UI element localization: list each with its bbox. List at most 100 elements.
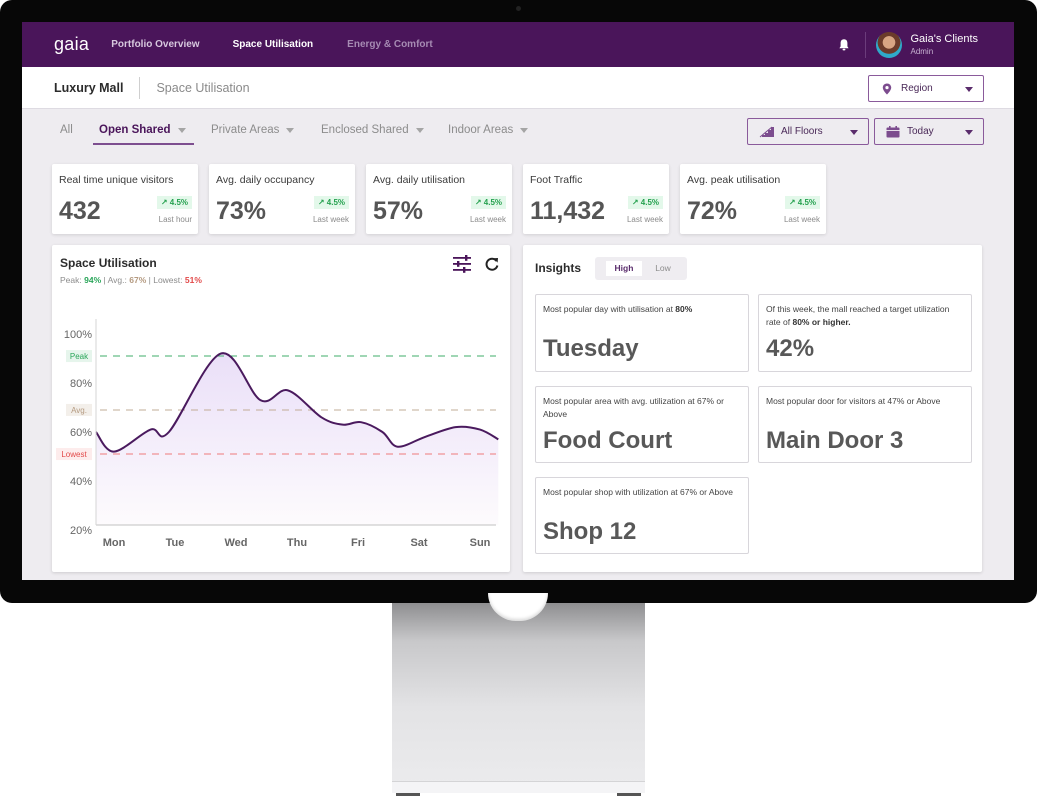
trend-value: 4.5% <box>326 198 345 207</box>
monitor-stand <box>392 593 645 796</box>
date-label: Today <box>907 126 934 137</box>
y-tick-label: 60% <box>70 427 92 439</box>
floors-dropdown[interactable]: All Floors <box>747 118 869 145</box>
nav-energy-comfort[interactable]: Energy & Comfort <box>347 39 433 50</box>
tab-label: All <box>60 124 73 136</box>
nav-portfolio-overview[interactable]: Portfolio Overview <box>111 39 199 50</box>
insight-value: Tuesday <box>543 335 639 362</box>
stand-cable-hole <box>488 593 548 621</box>
user-avatar[interactable] <box>876 31 903 58</box>
kpi-value: 57% <box>373 197 424 225</box>
area-fill <box>96 353 499 525</box>
trend-value: 4.5% <box>797 198 816 207</box>
utilisation-area-chart: 100% 80% 60% 40% 20% Peak Avg. Lowest Mon Tue Wed T… <box>56 319 499 549</box>
user-role: Admin <box>910 47 934 56</box>
page-header: Luxury Mall Space Utilisation <box>22 67 1014 109</box>
reference-label: Lowest <box>61 450 87 459</box>
breadcrumb-site[interactable]: Luxury Mall <box>54 81 123 95</box>
kpi-period: Last hour <box>158 215 192 224</box>
kpi-card-daily-occupancy: Avg. daily occupancy 73% ↗ 4.5% Last wee… <box>209 164 355 234</box>
monitor-frame: gaia Portfolio Overview Space Utilisatio… <box>0 0 1037 603</box>
x-tick-label: Tue <box>166 537 185 549</box>
tab-label: Open Shared <box>99 124 171 136</box>
trend-badge: ↗ 4.5% <box>470 196 506 209</box>
trend-value: 4.5% <box>169 198 188 207</box>
chevron-down-icon <box>965 86 973 92</box>
insight-description: Most popular area with avg. utilization … <box>543 396 724 419</box>
kpi-card-unique-visitors: Real time unique visitors 432 ↗ 4.5% Las… <box>52 164 198 234</box>
insights-title: Insights <box>535 261 582 275</box>
active-tab-indicator <box>93 143 194 145</box>
kpi-label: Avg. daily occupancy <box>216 174 315 186</box>
bell-icon[interactable] <box>837 38 851 52</box>
x-tick-label: Mon <box>103 537 126 549</box>
kpi-label: Avg. daily utilisation <box>373 174 466 186</box>
kpi-value: 73% <box>216 197 267 225</box>
tab-label: Enclosed Shared <box>321 124 409 136</box>
tab-private-areas[interactable]: Private Areas <box>211 124 295 136</box>
tab-all[interactable]: All <box>60 124 73 136</box>
date-dropdown[interactable]: Today <box>874 118 984 145</box>
calendar-icon <box>886 125 900 137</box>
insight-description: Most popular day with utilisation at 80% <box>543 304 693 314</box>
insight-description: Most popular door for visitors at 47% or… <box>766 396 941 406</box>
gaia-logo[interactable]: gaia <box>54 34 89 55</box>
arrow-up-right-icon: ↗ <box>788 198 798 207</box>
tab-enclosed-shared[interactable]: Enclosed Shared <box>321 124 424 136</box>
floors-label: All Floors <box>781 126 823 137</box>
x-tick-label: Sat <box>410 537 427 549</box>
y-tick-label: 80% <box>70 378 92 390</box>
kpi-card-daily-utilisation: Avg. daily utilisation 57% ↗ 4.5% Last w… <box>366 164 512 234</box>
insight-value: 42% <box>766 335 815 362</box>
trend-badge: ↗ 4.5% <box>784 196 820 209</box>
map-pin-icon <box>882 83 892 94</box>
kpi-period: Last week <box>469 215 506 224</box>
kpi-period: Last week <box>312 215 349 224</box>
user-menu[interactable]: Gaia's Clients Admin <box>910 33 978 56</box>
region-dropdown[interactable]: Region <box>868 75 984 102</box>
arrow-up-right-icon: ↗ <box>160 198 170 207</box>
insight-value: Food Court <box>543 427 673 454</box>
trend-value: 4.5% <box>483 198 502 207</box>
stand-base <box>392 781 645 793</box>
kpi-card-foot-traffic: Foot Traffic 11,432 ↗ 4.5% Last week <box>523 164 669 234</box>
kpi-label: Real time unique visitors <box>59 174 174 186</box>
insight-description: Of this week, the mall reached a target … <box>766 304 950 327</box>
stairs-icon <box>759 126 774 137</box>
toggle-low[interactable]: Low <box>648 261 678 276</box>
breadcrumb-divider <box>139 76 141 99</box>
x-tick-label: Fri <box>351 537 365 549</box>
y-tick-label: 40% <box>70 476 92 488</box>
tab-indoor-areas[interactable]: Indoor Areas <box>448 124 529 136</box>
chevron-down-icon <box>520 127 529 133</box>
kpi-period: Last week <box>626 215 663 224</box>
chevron-down-icon <box>177 127 186 133</box>
trend-value: 4.5% <box>640 198 659 207</box>
reference-label: Peak <box>70 352 89 361</box>
kpi-value: 432 <box>59 197 101 225</box>
chevron-down-icon <box>286 127 295 133</box>
insight-card-popular-area: Most popular area with avg. utilization … <box>535 386 749 463</box>
screen: gaia Portfolio Overview Space Utilisatio… <box>22 22 1014 580</box>
tab-open-shared[interactable]: Open Shared <box>99 124 186 136</box>
nav-user-area: Gaia's Clients Admin <box>837 22 1014 67</box>
insight-card-popular-shop: Most popular shop with utilization at 67… <box>535 477 749 554</box>
toggle-high[interactable]: High <box>606 261 642 276</box>
insight-card-popular-day: Most popular day with utilisation at 80%… <box>535 294 749 372</box>
x-tick-label: Wed <box>224 537 247 549</box>
nav-space-utilisation[interactable]: Space Utilisation <box>233 39 314 50</box>
tab-label: Indoor Areas <box>448 124 514 136</box>
chevron-down-icon <box>965 129 973 135</box>
y-tick-label: 20% <box>70 525 92 537</box>
chevron-down-icon <box>850 129 858 135</box>
kpi-value: 72% <box>687 197 738 225</box>
high-low-toggle: High Low <box>595 257 687 280</box>
trend-badge: ↗ 4.5% <box>156 196 192 209</box>
y-tick-label: 100% <box>64 329 92 341</box>
arrow-up-right-icon: ↗ <box>474 198 484 207</box>
top-navigation: gaia Portfolio Overview Space Utilisatio… <box>22 22 1014 67</box>
kpi-label: Foot Traffic <box>530 174 583 186</box>
x-tick-label: Thu <box>287 537 307 549</box>
insight-card-popular-door: Most popular door for visitors at 47% or… <box>758 386 972 463</box>
insights-panel: Insights High Low Most popular day with … <box>523 245 982 572</box>
